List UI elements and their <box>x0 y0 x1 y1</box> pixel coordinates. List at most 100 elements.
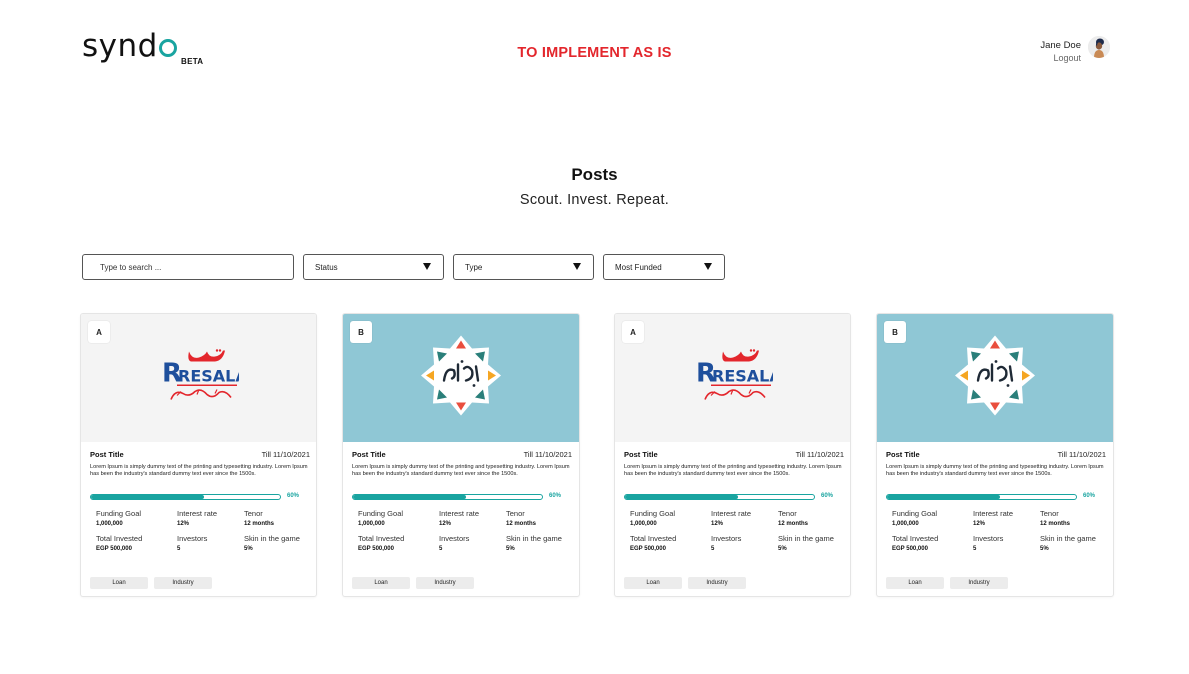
post-card-badge: A <box>88 321 110 343</box>
funding-progress: 60% <box>90 493 310 501</box>
post-card-body: Post Title Till 11/10/2021 Lorem Ipsum i… <box>352 450 572 554</box>
post-deadline: Till 11/10/2021 <box>795 450 844 459</box>
search-placeholder: Type to search ... <box>100 262 162 272</box>
tag-chip[interactable]: Loan <box>886 577 944 589</box>
interest-rate-value: 12% <box>177 521 190 527</box>
tag-chip[interactable]: Loan <box>352 577 410 589</box>
skin-in-game-value: 5% <box>778 546 787 552</box>
funding-progress: 60% <box>352 493 572 501</box>
post-card-image[interactable]: B <box>877 314 1113 442</box>
sort-dropdown[interactable]: Most Funded <box>603 254 725 280</box>
total-invested-label: Total Invested <box>96 534 143 543</box>
post-card-body: Post Title Till 11/10/2021 Lorem Ipsum i… <box>624 450 844 554</box>
tag-chip[interactable]: Industry <box>688 577 746 589</box>
tag-chip[interactable]: Industry <box>950 577 1008 589</box>
skin-in-game-value: 5% <box>244 546 253 552</box>
interest-rate-label: Interest rate <box>711 509 752 518</box>
page-subtitle: Scout. Invest. Repeat. <box>519 192 670 208</box>
tenor-label: Tenor <box>506 509 525 518</box>
post-tags: Loan Industry <box>886 577 1008 589</box>
skin-in-game-label: Skin in the game <box>506 534 562 543</box>
progress-fill <box>353 495 467 499</box>
investors-label: Investors <box>973 534 1004 543</box>
progress-track <box>624 494 815 500</box>
resala-logo-text: RESALA <box>712 367 773 386</box>
skin-in-game-label: Skin in the game <box>1040 534 1096 543</box>
resala-logo-icon: R RESALA <box>162 349 248 400</box>
post-card[interactable]: B Post Title Till 11/10/2021 Lorem Ipsum… <box>876 313 1114 597</box>
investors-label: Investors <box>439 534 470 543</box>
post-title[interactable]: Post Title <box>886 450 920 459</box>
post-tags: Loan Industry <box>90 577 212 589</box>
post-title[interactable]: Post Title <box>90 450 124 459</box>
post-title[interactable]: Post Title <box>624 450 658 459</box>
caret-down-icon <box>704 263 712 270</box>
post-card-badge: B <box>350 321 372 343</box>
status-filter-dropdown[interactable]: Status <box>303 254 444 280</box>
tag-chip[interactable]: Loan <box>90 577 148 589</box>
funding-goal-label: Funding Goal <box>630 509 676 518</box>
investors-value: 5 <box>973 546 977 552</box>
type-filter-dropdown[interactable]: Type <box>453 254 594 280</box>
post-title[interactable]: Post Title <box>352 450 386 459</box>
user-name: Jane Doe <box>1040 40 1081 51</box>
implementation-banner: TO IMPLEMENT AS IS <box>517 45 672 61</box>
investors-value: 5 <box>711 546 715 552</box>
post-deadline: Till 11/10/2021 <box>1057 450 1106 459</box>
logout-link[interactable]: Logout <box>1040 53 1081 63</box>
investors-label: Investors <box>177 534 208 543</box>
search-input[interactable]: Type to search ... <box>82 254 294 280</box>
investors-value: 5 <box>439 546 443 552</box>
post-card-body: Post Title Till 11/10/2021 Lorem Ipsum i… <box>886 450 1106 554</box>
tenor-label: Tenor <box>244 509 263 518</box>
tag-chip[interactable]: Industry <box>416 577 474 589</box>
interest-rate-value: 12% <box>439 521 452 527</box>
post-stats: Funding Goal 1,000,000 Interest rate 12% T… <box>90 509 310 554</box>
post-card[interactable]: A R RESALA Post Title Till 11/10/2021 Lo… <box>614 313 851 597</box>
status-filter-label: Status <box>315 262 338 272</box>
post-card-image[interactable]: B <box>343 314 579 442</box>
resala-logo: R RESALA <box>693 348 782 409</box>
progress-track <box>90 494 281 500</box>
post-card-image[interactable]: A R RESALA <box>615 314 850 442</box>
interest-rate-value: 12% <box>711 521 724 527</box>
post-card-badge: A <box>622 321 644 343</box>
tag-chip[interactable]: Industry <box>154 577 212 589</box>
ahl-masr-logo-icon <box>955 335 1035 416</box>
post-stats: Funding Goal 1,000,000 Interest rate 12% T… <box>624 509 844 554</box>
post-stats: Funding Goal 1,000,000 Interest rate 12% T… <box>886 509 1106 554</box>
tag-chip[interactable]: Loan <box>624 577 682 589</box>
interest-rate-label: Interest rate <box>177 509 218 518</box>
total-invested-value: EGP 500,000 <box>358 546 394 552</box>
ahl-masr-logo <box>416 331 506 426</box>
progress-track <box>352 494 543 500</box>
progress-percent: 60% <box>821 493 834 499</box>
sort-label: Most Funded <box>615 262 662 272</box>
progress-fill <box>887 495 1001 499</box>
total-invested-label: Total Invested <box>892 534 939 543</box>
post-card-body: Post Title Till 11/10/2021 Lorem Ipsum i… <box>90 450 310 554</box>
skin-in-game-label: Skin in the game <box>244 534 300 543</box>
skin-in-game-value: 5% <box>506 546 515 552</box>
resala-logo-text: RESALA <box>178 367 239 386</box>
post-card[interactable]: B Post Title Till 11/10/2021 Lorem Ipsum… <box>342 313 580 597</box>
interest-rate-value: 12% <box>973 521 986 527</box>
resala-logo-icon: R RESALA <box>696 349 782 400</box>
funding-goal-value: 1,000,000 <box>892 521 919 527</box>
post-description: Lorem Ipsum is simply dummy text of the … <box>886 464 1104 478</box>
resala-logo: R RESALA <box>159 348 248 409</box>
total-invested-value: EGP 500,000 <box>96 546 132 552</box>
total-invested-label: Total Invested <box>358 534 405 543</box>
skin-in-game-label: Skin in the game <box>778 534 834 543</box>
investors-value: 5 <box>177 546 181 552</box>
user-menu: Jane Doe Logout <box>1040 40 1081 63</box>
post-deadline: Till 11/10/2021 <box>261 450 310 459</box>
avatar[interactable] <box>1088 36 1110 58</box>
progress-fill <box>91 495 205 499</box>
avatar-illustration-icon <box>1088 36 1110 58</box>
funding-goal-value: 1,000,000 <box>358 521 385 527</box>
post-card[interactable]: A R RESALA Post Title Till 11/10/2021 Lo… <box>80 313 317 597</box>
post-card-image[interactable]: A R RESALA <box>81 314 316 442</box>
post-deadline: Till 11/10/2021 <box>523 450 572 459</box>
investors-label: Investors <box>711 534 742 543</box>
